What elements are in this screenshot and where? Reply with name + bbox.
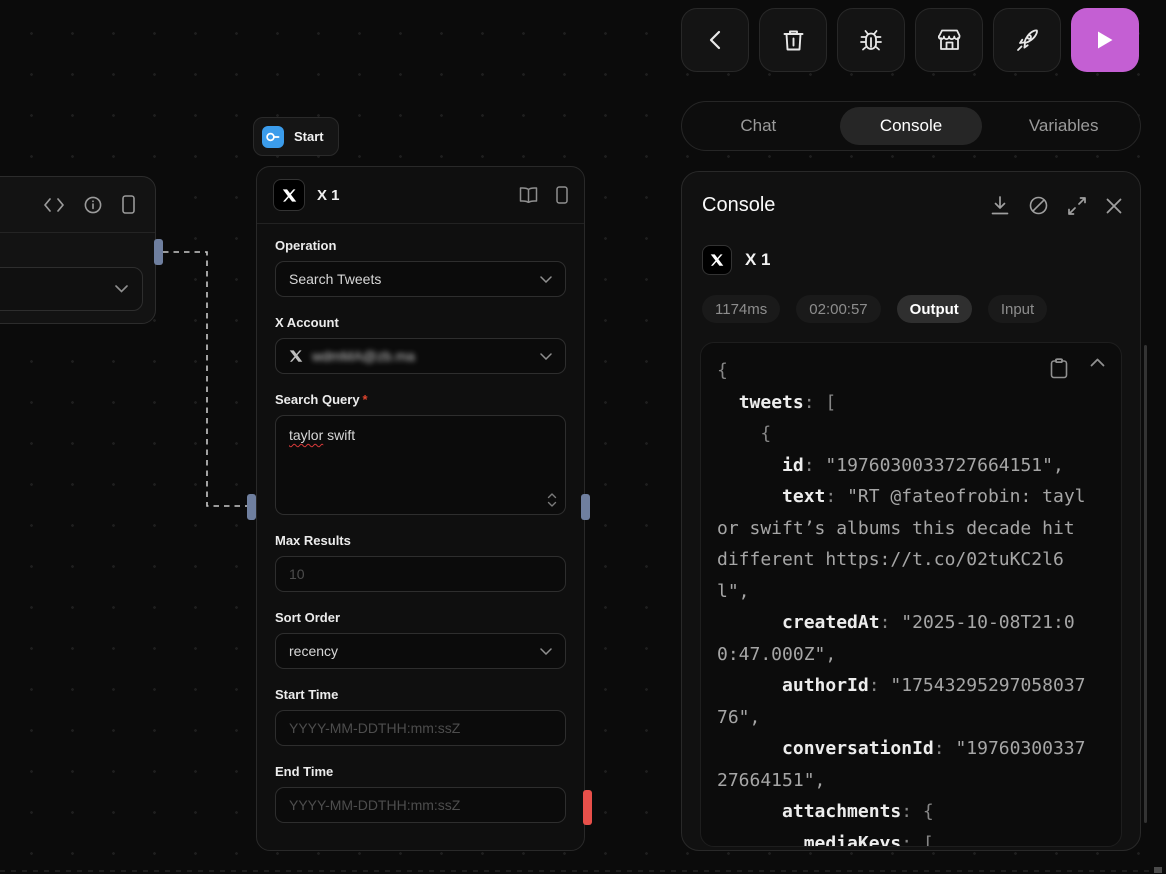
- start-time-input[interactable]: [289, 720, 552, 736]
- x-node-title: X 1: [317, 186, 340, 204]
- x-node-card[interactable]: X 1 Operation Search Tweets X Account wd…: [256, 166, 585, 851]
- start-node-icon: [262, 125, 284, 148]
- x-node-input-handle[interactable]: [247, 494, 256, 520]
- x-node-error-handle[interactable]: [583, 790, 592, 825]
- console-node-label: X 1: [745, 250, 771, 269]
- sort-order-select[interactable]: recency: [275, 633, 566, 669]
- console-title: Console: [702, 194, 776, 216]
- required-asterisk: *: [362, 392, 368, 407]
- duration-badge: 1174ms: [702, 295, 781, 323]
- resize-stepper-icon[interactable]: [547, 493, 557, 507]
- copy-icon[interactable]: [1050, 358, 1068, 379]
- scrollbar-corner: [1154, 867, 1162, 873]
- console-panel: Console X 1 1174ms 02:00:57 Output Input: [681, 171, 1141, 851]
- search-query-textarea[interactable]: taylor swift: [275, 415, 566, 515]
- code-icon[interactable]: [44, 197, 64, 212]
- debug-button[interactable]: [837, 8, 905, 72]
- end-time-field[interactable]: [275, 787, 566, 823]
- search-query-label: Search Query *: [275, 392, 368, 407]
- mobile-icon[interactable]: [122, 195, 135, 214]
- sort-order-label: Sort Order: [275, 610, 341, 625]
- operation-label: Operation: [275, 238, 337, 253]
- start-node-label: Start: [294, 129, 324, 144]
- run-button[interactable]: [1071, 8, 1139, 72]
- x-logo-icon: [702, 245, 732, 275]
- chevron-down-icon: [115, 285, 128, 293]
- top-toolbar: [681, 8, 1141, 72]
- tab-variables[interactable]: Variables: [987, 107, 1140, 145]
- clear-icon[interactable]: [1029, 196, 1048, 215]
- console-code-pre: { tweets: [ { id: "1976030033727664151",…: [717, 360, 1086, 847]
- max-results-field[interactable]: [275, 556, 566, 592]
- max-results-input[interactable]: [289, 566, 552, 582]
- start-node-badge[interactable]: Start: [253, 117, 339, 156]
- docs-book-icon[interactable]: [519, 187, 538, 203]
- x-logo-icon: [273, 179, 305, 211]
- max-results-label: Max Results: [275, 533, 351, 548]
- bug-icon: [859, 29, 883, 52]
- console-output-block[interactable]: { tweets: [ { id: "1976030033727664151",…: [700, 342, 1122, 847]
- back-button[interactable]: [681, 8, 749, 72]
- panel-tabs: Chat Console Variables: [681, 101, 1141, 151]
- sort-order-value: recency: [289, 643, 339, 659]
- x-node-header: X 1: [257, 167, 584, 224]
- input-toggle[interactable]: Input: [987, 295, 1048, 323]
- operation-value: Search Tweets: [289, 271, 382, 287]
- download-icon[interactable]: [991, 196, 1009, 215]
- store-button[interactable]: [915, 8, 983, 72]
- end-time-input[interactable]: [289, 797, 552, 813]
- start-time-label: Start Time: [275, 687, 339, 702]
- info-icon[interactable]: [84, 196, 102, 214]
- start-time-field[interactable]: [275, 710, 566, 746]
- mobile-icon[interactable]: [556, 186, 568, 204]
- store-icon: [937, 29, 961, 51]
- x-account-value-blurred: wdmMA@zb.ma: [312, 348, 415, 364]
- horizontal-scrollbar-track[interactable]: [0, 870, 1166, 872]
- timestamp-badge: 02:00:57: [796, 295, 881, 323]
- close-icon[interactable]: [1106, 198, 1122, 214]
- chevron-down-icon: [540, 647, 552, 655]
- chevron-down-icon: [540, 352, 552, 360]
- x-logo-icon: [289, 349, 303, 363]
- deploy-button[interactable]: [993, 8, 1061, 72]
- partial-node-card[interactable]: [0, 176, 156, 324]
- partial-node-select[interactable]: [0, 267, 143, 311]
- operation-select[interactable]: Search Tweets: [275, 261, 566, 297]
- trash-icon: [783, 29, 804, 52]
- output-toggle[interactable]: Output: [896, 295, 972, 323]
- console-badges: 1174ms 02:00:57 Output Input: [700, 295, 1122, 323]
- search-query-value-rest: swift: [323, 427, 356, 443]
- x-account-label: X Account: [275, 315, 339, 330]
- chevron-left-icon: [709, 30, 721, 50]
- partial-node-output-handle[interactable]: [154, 239, 163, 265]
- x-account-select[interactable]: wdmMA@zb.ma: [275, 338, 566, 374]
- expand-icon[interactable]: [1068, 196, 1086, 215]
- rocket-icon: [1016, 29, 1039, 52]
- vertical-scrollbar[interactable]: [1144, 345, 1147, 823]
- tab-console[interactable]: Console: [835, 107, 988, 145]
- end-time-label: End Time: [275, 764, 334, 779]
- collapse-chevron-icon[interactable]: [1090, 358, 1105, 379]
- x-node-output-handle[interactable]: [581, 494, 590, 520]
- chevron-down-icon: [540, 275, 552, 283]
- play-icon: [1096, 30, 1114, 50]
- partial-node-header: [0, 177, 155, 233]
- delete-button[interactable]: [759, 8, 827, 72]
- tab-chat[interactable]: Chat: [682, 107, 835, 145]
- search-query-value-word1: taylor: [289, 427, 324, 443]
